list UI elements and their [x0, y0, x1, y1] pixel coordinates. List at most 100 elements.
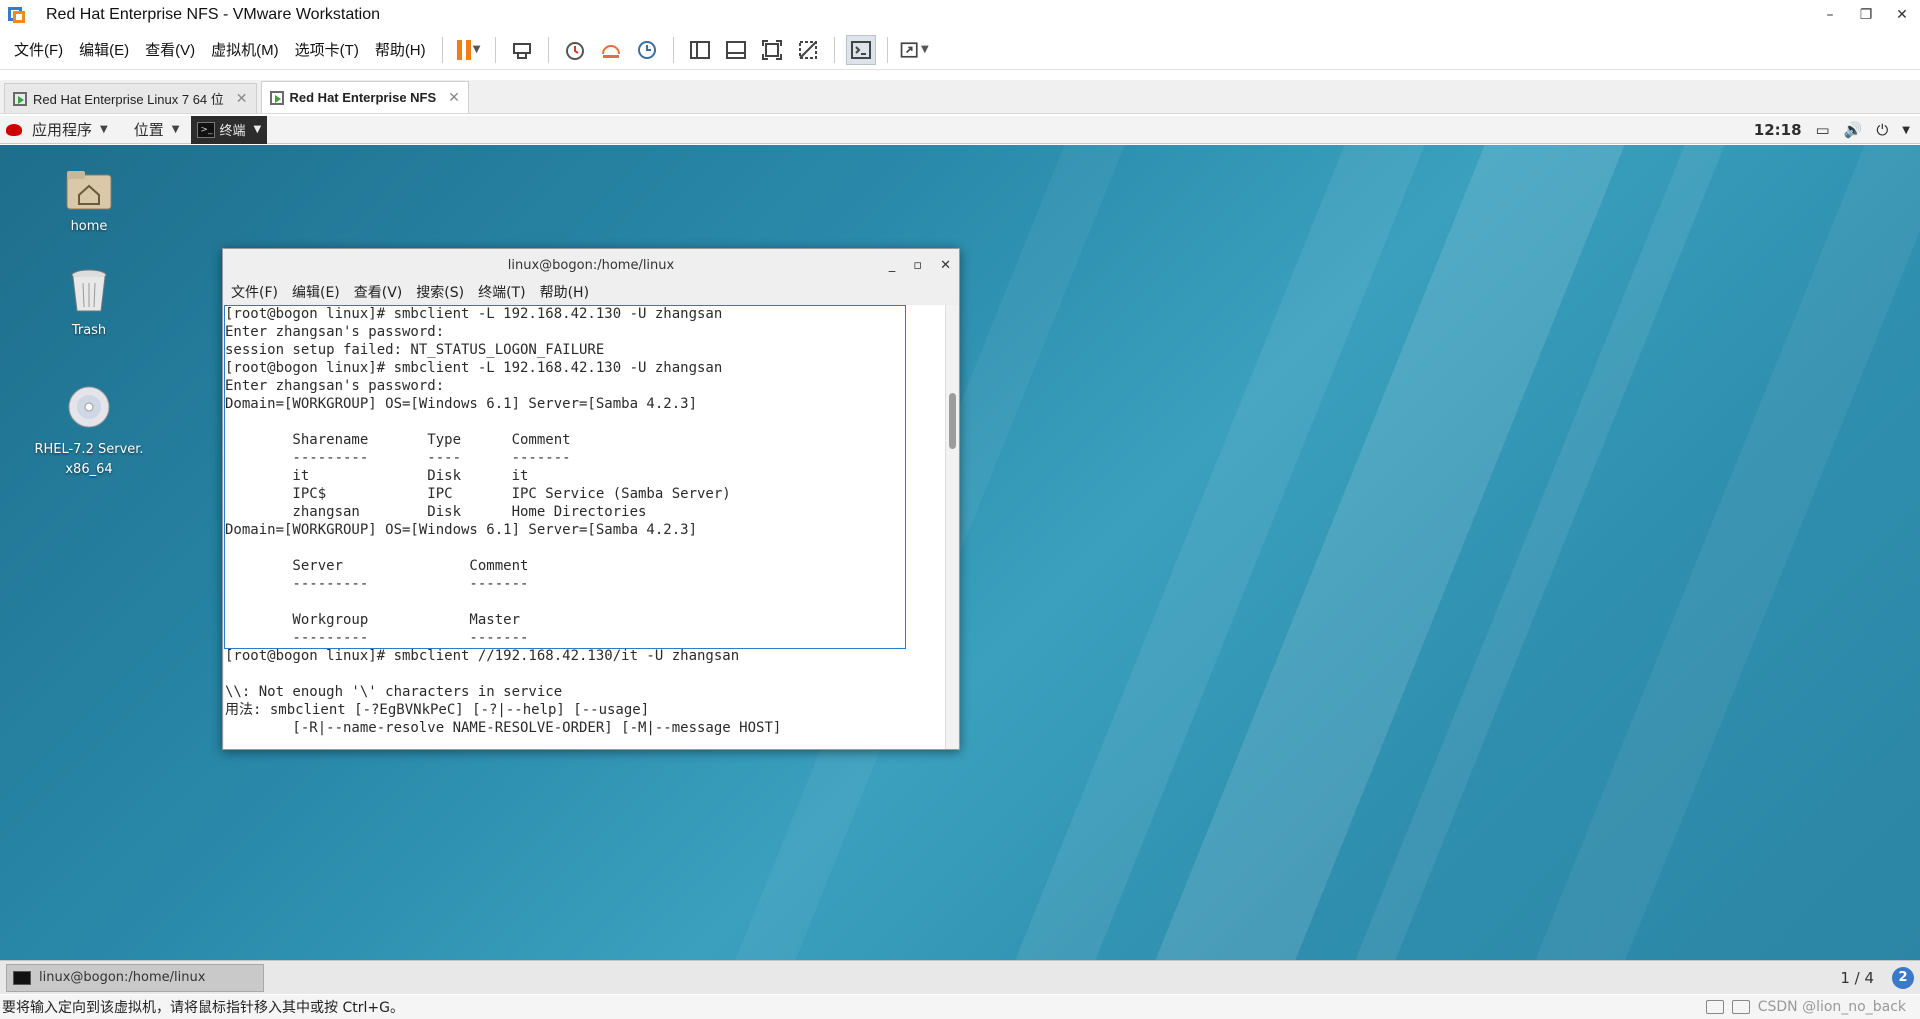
device-tray: CSDN @lion_no_back [1705, 999, 1906, 1015]
taskbar-terminal-item[interactable]: linux@bogon:/home/linux [6, 963, 264, 992]
terminal-window-controls: _ ▫ ✕ [889, 249, 951, 281]
terminal-line: 用法: smbclient [-?EgBVNkPeC] [-?|--help] … [225, 702, 650, 718]
status-hint: 要将输入定向到该虚拟机，请将鼠标指针移入其中或按 Ctrl+G。 [2, 1000, 404, 1016]
close-window-button[interactable]: ✕ [1884, 0, 1920, 30]
terminal-icon [13, 970, 31, 985]
close-tab-icon[interactable]: ✕ [236, 90, 248, 107]
terminal-line: \\: Not enough '\' characters in service [225, 684, 563, 700]
terminal-label: 终端 [219, 124, 246, 139]
terminal-output[interactable]: [root@bogon linux]# smbclient -L 192.168… [224, 305, 946, 749]
terminal-menu-search[interactable]: 搜索(S) [416, 282, 464, 302]
snapshot-manager-button[interactable] [632, 35, 662, 65]
vmware-menubar: 文件(F) 编辑(E) 查看(V) 虚拟机(M) 选项卡(T) 帮助(H) [6, 39, 434, 60]
terminal-line: Workgroup Master [225, 612, 521, 628]
send-ctrl-alt-del-button[interactable] [507, 35, 537, 65]
close-tab-icon[interactable]: ✕ [448, 89, 460, 106]
clock[interactable]: 12:18 [1754, 121, 1802, 139]
terminal-line: IPC$ IPC IPC Service (Samba Server) [225, 486, 731, 502]
chevron-down-icon[interactable]: ▼ [473, 44, 481, 55]
revert-snapshot-icon [601, 44, 620, 58]
library-view-icon [689, 40, 710, 59]
wallpaper-stripe [1535, 145, 1920, 960]
stretch-icon [900, 41, 918, 58]
vmware-titlebar: Red Hat Enterprise NFS - VMware Workstat… [0, 0, 1920, 30]
terminal-titlebar[interactable]: linux@bogon:/home/linux _ ▫ ✕ [223, 249, 959, 281]
desktop-icon-label: RHEL-7.2 Server. x86_64 [34, 442, 144, 477]
terminal-menu-edit[interactable]: 编辑(E) [292, 282, 340, 302]
terminal-line: [-R|--name-resolve NAME-RESOLVE-ORDER] [… [225, 720, 782, 736]
tab-rhel-nfs[interactable]: Red Hat Enterprise NFS ✕ [260, 81, 469, 113]
workspace-indicator[interactable]: 1 / 4 [1840, 969, 1874, 987]
menu-edit[interactable]: 编辑(E) [71, 39, 137, 60]
terminal-icon: >_ [197, 121, 216, 138]
unity-icon [798, 40, 817, 59]
unity-button[interactable] [793, 35, 823, 65]
terminal-line: it Disk it [225, 468, 529, 484]
gnome-window-list: linux@bogon:/home/linux 1 / 4 2 [0, 960, 1920, 994]
revert-snapshot-button[interactable] [596, 35, 626, 65]
console-view-button[interactable] [845, 34, 876, 65]
vmware-statusbar: 要将输入定向到该虚拟机，请将鼠标指针移入其中或按 Ctrl+G。 CSDN @l… [0, 995, 1920, 1019]
volume-icon[interactable]: 🔊 [1844, 121, 1863, 139]
terminal-line: session setup failed: NT_STATUS_LOGON_FA… [225, 342, 605, 358]
restore-button[interactable]: ❐ [1848, 0, 1884, 30]
hdd-icon[interactable] [1705, 1000, 1724, 1014]
terminal-line: zhangsan Disk Home Directories [225, 504, 647, 520]
snapshot-button[interactable] [560, 35, 590, 65]
scrollbar-thumb[interactable] [949, 393, 956, 449]
toolbar-separator [547, 36, 549, 63]
workspace-badge[interactable]: 2 [1892, 966, 1914, 989]
terminal-app-menu[interactable]: >_ 终端 ▼ [191, 115, 268, 144]
fullscreen-icon [761, 39, 782, 60]
terminal-title: linux@bogon:/home/linux [507, 257, 675, 273]
power-icon[interactable]: ⏻ [1876, 121, 1888, 139]
snapshot-manager-icon [637, 40, 656, 59]
optical-disc-icon [68, 386, 110, 428]
home-folder-icon [66, 171, 112, 210]
vm-running-icon [13, 91, 27, 106]
stretch-button[interactable]: ▼ [899, 35, 929, 65]
cdrom-icon[interactable] [1731, 1000, 1750, 1014]
terminal-line: Domain=[WORKGROUP] OS=[Windows 6.1] Serv… [225, 396, 698, 412]
terminal-menu-help[interactable]: 帮助(H) [540, 282, 589, 302]
terminal-window[interactable]: linux@bogon:/home/linux _ ▫ ✕ 文件(F) 编辑(E… [222, 248, 960, 750]
terminal-minimize-button[interactable]: _ [889, 258, 896, 273]
tab-label: Red Hat Enterprise Linux 7 64 位 [33, 92, 224, 107]
terminal-scrollbar[interactable] [945, 305, 958, 749]
terminal-menu-view[interactable]: 查看(V) [354, 282, 403, 302]
desktop-icon-home[interactable]: home [29, 169, 149, 234]
terminal-menu-file[interactable]: 文件(F) [231, 282, 278, 302]
terminal-line: [root@bogon linux]# smbclient -L 192.168… [225, 306, 723, 322]
places-menu[interactable]: 位置 ▼ [134, 119, 200, 140]
window-title: Red Hat Enterprise NFS - VMware Workstat… [46, 6, 381, 23]
fullscreen-button[interactable] [757, 35, 787, 65]
terminal-menu-terminal[interactable]: 终端(T) [478, 282, 525, 302]
menu-tabs[interactable]: 选项卡(T) [287, 39, 367, 60]
tab-rhel7[interactable]: Red Hat Enterprise Linux 7 64 位 ✕ [4, 83, 257, 113]
menu-file[interactable]: 文件(F) [6, 39, 71, 60]
thumbnail-view-button[interactable] [721, 35, 751, 65]
pause-button[interactable]: ▼ [454, 35, 484, 65]
terminal-line: Server Comment [225, 558, 529, 574]
screen-icon[interactable]: ▭ [1816, 121, 1830, 139]
chevron-down-icon[interactable]: ▼ [921, 44, 929, 55]
terminal-close-button[interactable]: ✕ [940, 258, 951, 273]
menu-help[interactable]: 帮助(H) [367, 39, 434, 60]
watermark: CSDN @lion_no_back [1757, 999, 1906, 1015]
send-ctrl-alt-del-icon [512, 42, 531, 59]
window-controls: – ❐ ✕ [1812, 0, 1920, 30]
toolbar-separator [441, 36, 443, 63]
minimize-button[interactable]: – [1812, 0, 1848, 30]
desktop-icon-dvd[interactable]: RHEL-7.2 Server. x86_64 [29, 365, 149, 500]
applications-menu[interactable]: 应用程序 ▼ [6, 119, 128, 140]
menu-view[interactable]: 查看(V) [137, 39, 203, 60]
terminal-maximize-button[interactable]: ▫ [913, 258, 922, 273]
toolbar-separator [494, 36, 496, 63]
desktop-icon-trash[interactable]: Trash [29, 267, 149, 338]
library-view-button[interactable] [685, 35, 715, 65]
menu-vm[interactable]: 虚拟机(M) [203, 39, 287, 60]
vm-tab-bar: Red Hat Enterprise Linux 7 64 位 ✕ Red Ha… [0, 80, 1920, 114]
chevron-down-icon[interactable]: ▼ [1902, 125, 1910, 136]
